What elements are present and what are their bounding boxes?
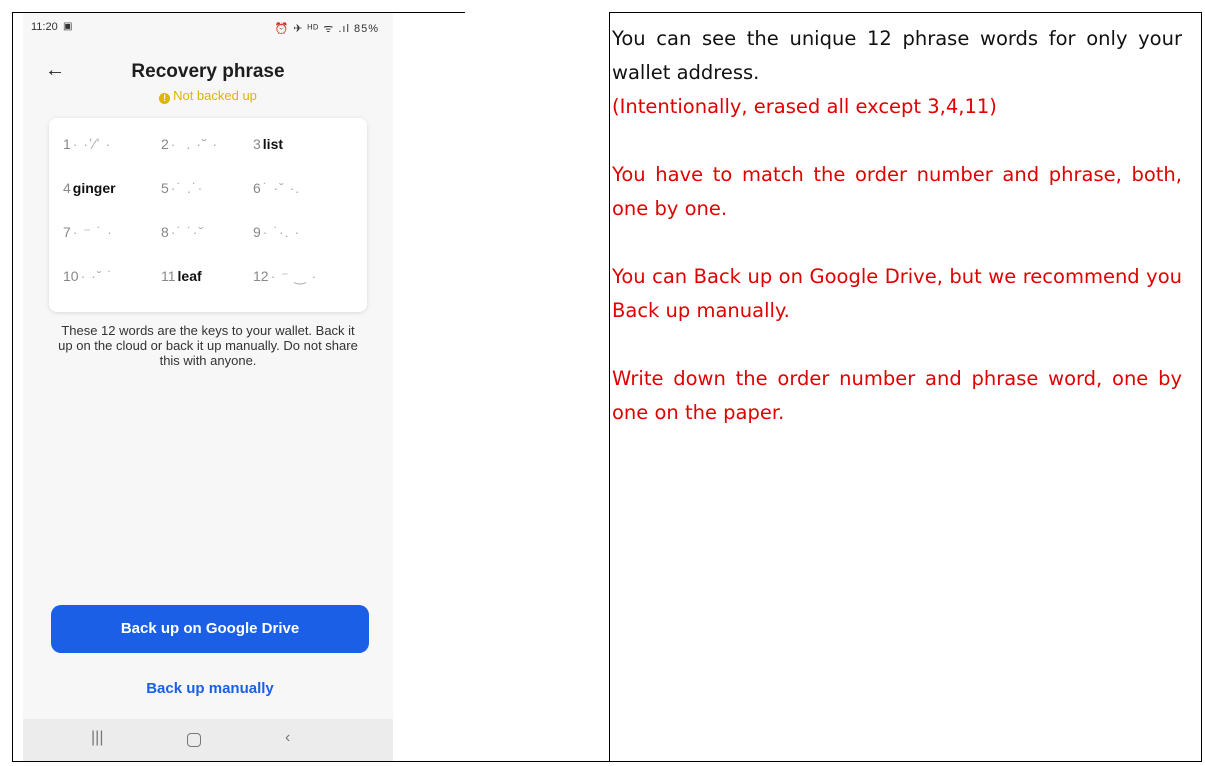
phrase-word-redacted: · ·ˇ ˙ <box>80 268 114 284</box>
phrase-word-redacted: · ·ʼ⁄ʼ · <box>72 136 112 152</box>
recovery-phrase-card: 1 · ·ʼ⁄ʼ · 2 · ﹒·˘ · 3 list 4 ginger 5 ·˙ .˙· 6 ˙ ·… <box>49 118 367 312</box>
phrase-word-text: list <box>262 136 284 152</box>
status-bar: 11:20 ▣ ⏰ ✈ ᴴᴰ ᯤ .ıl 85% <box>23 13 393 41</box>
phrase-word-9: 9 · ˙·. · <box>253 220 353 244</box>
status-time: 11:20 <box>31 21 58 33</box>
phrase-word-number: 3 <box>253 136 261 152</box>
phrase-word-redacted: · ﹒·˘ · <box>170 136 219 152</box>
instruction-drive-note: You can Back up on Google Drive, but we … <box>612 265 1182 322</box>
phrase-grid: 1 · ·ʼ⁄ʼ · 2 · ﹒·˘ · 3 list 4 ginger 5 ·˙ .˙· 6 ˙ ·… <box>63 132 359 288</box>
phrase-word-number: 6 <box>253 180 261 196</box>
backup-status-text: Not backed up <box>173 88 257 103</box>
page-title: Recovery phrase <box>131 61 285 82</box>
phrase-word-number: 8 <box>161 224 169 240</box>
phrase-word-number: 4 <box>63 180 71 196</box>
backup-manually-button[interactable]: Back up manually <box>51 675 369 703</box>
table-column-divider <box>609 13 610 761</box>
instruction-erased-note: (Intentionally, erased all except 3,4,11… <box>612 95 997 118</box>
phrase-word-12: 12 · ⁻ ‿ · <box>253 264 353 288</box>
phrase-word-5: 5 ·˙ .˙· <box>161 176 253 200</box>
phrase-word-7: 7 · ⁻ ˙ · <box>63 220 161 244</box>
phrase-word-10: 10 · ·ˇ ˙ <box>63 264 161 288</box>
warning-icon: ! <box>159 93 171 104</box>
phrase-word-3: 3 list <box>253 132 353 156</box>
backup-status-badge: ! Not backed up <box>23 88 393 104</box>
phrase-word-number: 9 <box>253 224 261 240</box>
phrase-word-number: 5 <box>161 180 169 196</box>
phrase-word-2: 2 · ﹒·˘ · <box>161 132 253 156</box>
phrase-word-text: ginger <box>72 180 116 196</box>
gallery-notification-icon: ▣ <box>63 21 73 32</box>
recent-apps-icon[interactable]: ||| <box>91 729 103 747</box>
app-bar: ← Recovery phrase ! Not backed up <box>23 51 393 104</box>
phrase-word-redacted: · ˙·. · <box>262 224 301 240</box>
phrase-word-number: 10 <box>63 268 79 284</box>
phrase-word-11: 11 leaf <box>161 264 253 288</box>
status-icons: ⏰ ✈ ᴴᴰ ᯤ .ıl 85% <box>274 23 379 35</box>
phrase-word-text: leaf <box>177 268 202 284</box>
phrase-word-6: 6 ˙ ·ˇ ·. <box>253 176 353 200</box>
phrase-word-8: 8 ·˙ ˙·ˇ <box>161 220 253 244</box>
phrase-word-number: 11 <box>161 268 176 284</box>
table-top-gap <box>465 12 609 13</box>
phrase-explanation: These 12 words are the keys to your wall… <box>58 323 358 368</box>
phone-screenshot: 11:20 ▣ ⏰ ✈ ᴴᴰ ᯤ .ıl 85% ← Recovery phra… <box>23 13 393 761</box>
system-nav-bar: ||| ‹ <box>23 719 393 761</box>
backup-google-drive-button[interactable]: Back up on Google Drive <box>51 605 369 653</box>
instruction-write-note: Write down the order number and phrase w… <box>612 367 1182 424</box>
phrase-word-redacted: ·˙ ˙·ˇ <box>170 224 204 240</box>
instructions-panel: You can see the unique 12 phrase words f… <box>612 22 1182 430</box>
phrase-word-number: 12 <box>253 268 269 284</box>
phrase-word-number: 7 <box>63 224 71 240</box>
home-icon[interactable] <box>187 733 201 747</box>
phrase-word-1: 1 · ·ʼ⁄ʼ · <box>63 132 161 156</box>
phrase-word-redacted: · ⁻ ‿ · <box>270 268 318 284</box>
nav-back-icon[interactable]: ‹ <box>285 729 290 747</box>
phrase-word-redacted: · ⁻ ˙ · <box>72 224 113 240</box>
phrase-word-4: 4 ginger <box>63 176 161 200</box>
phrase-word-number: 1 <box>63 136 71 152</box>
instruction-intro: You can see the unique 12 phrase words f… <box>612 27 1182 84</box>
phrase-word-redacted: ·˙ .˙· <box>170 180 204 196</box>
phrase-word-redacted: ˙ ·ˇ ·. <box>262 180 301 196</box>
instruction-match-note: You have to match the order number and p… <box>612 163 1182 220</box>
phrase-word-number: 2 <box>161 136 169 152</box>
